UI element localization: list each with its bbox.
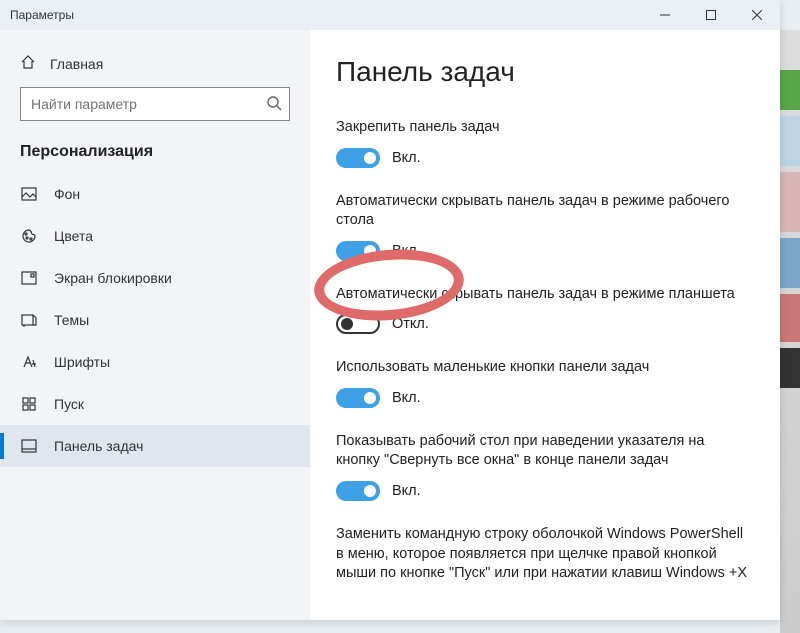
toggle-state: Вкл. <box>392 483 421 499</box>
sidebar: Главная Персонализация Фон Цвета Экра <box>0 30 310 620</box>
setting-label: Показывать рабочий стол при наведении ук… <box>336 432 750 471</box>
sidebar-item-home[interactable]: Главная <box>0 48 310 87</box>
sidebar-item-taskbar[interactable]: Панель задач <box>0 425 310 467</box>
setting-autohide-tablet: Автоматически скрывать панель задач в ре… <box>336 285 750 335</box>
setting-lock-taskbar: Закрепить панель задач Вкл. <box>336 118 750 168</box>
setting-small-buttons: Использовать маленькие кнопки панели зад… <box>336 358 750 408</box>
nav-label: Шрифты <box>54 354 110 370</box>
setting-label: Заменить командную строку оболочкой Wind… <box>336 525 750 584</box>
nav-label: Панель задач <box>54 438 143 454</box>
background-webpage-strip <box>780 30 800 633</box>
setting-label: Автоматически скрывать панель задач в ре… <box>336 192 750 231</box>
nav-label: Темы <box>54 312 89 328</box>
search-container <box>20 87 290 121</box>
taskbar-icon <box>20 437 38 455</box>
toggle-lock-taskbar[interactable] <box>336 148 380 168</box>
toggle-peek-desktop[interactable] <box>336 481 380 501</box>
toggle-state: Вкл. <box>392 150 421 166</box>
search-input[interactable] <box>20 87 290 121</box>
nav-label: Фон <box>54 186 80 202</box>
picture-icon <box>20 185 38 203</box>
toggle-state: Откл. <box>392 316 429 332</box>
setting-label: Автоматически скрывать панель задач в ре… <box>336 285 750 305</box>
sidebar-item-lockscreen[interactable]: Экран блокировки <box>0 257 310 299</box>
page-title: Панель задач <box>336 56 750 88</box>
setting-autohide-desktop: Автоматически скрывать панель задач в ре… <box>336 192 750 261</box>
settings-window: Параметры Главная Персонализация Фон <box>0 0 780 620</box>
minimize-button[interactable] <box>642 0 688 30</box>
sidebar-item-colors[interactable]: Цвета <box>0 215 310 257</box>
titlebar[interactable]: Параметры <box>0 0 780 30</box>
toggle-autohide-desktop[interactable] <box>336 241 380 261</box>
sidebar-section-heading: Персонализация <box>0 143 310 173</box>
setting-label: Использовать маленькие кнопки панели зад… <box>336 358 750 378</box>
sidebar-item-background[interactable]: Фон <box>0 173 310 215</box>
close-button[interactable] <box>734 0 780 30</box>
main-panel: Панель задач Закрепить панель задач Вкл.… <box>310 30 780 620</box>
fonts-icon <box>20 353 38 371</box>
start-icon <box>20 395 38 413</box>
window-title: Параметры <box>0 8 642 22</box>
search-icon <box>266 95 282 116</box>
toggle-state: Вкл. <box>392 390 421 406</box>
sidebar-item-fonts[interactable]: Шрифты <box>0 341 310 383</box>
sidebar-nav: Фон Цвета Экран блокировки Темы Шрифты <box>0 173 310 467</box>
setting-powershell-replace: Заменить командную строку оболочкой Wind… <box>336 525 750 584</box>
setting-peek-desktop: Показывать рабочий стол при наведении ук… <box>336 432 750 501</box>
nav-label: Экран блокировки <box>54 270 172 286</box>
themes-icon <box>20 311 38 329</box>
setting-label: Закрепить панель задач <box>336 118 750 138</box>
nav-label: Пуск <box>54 396 84 412</box>
home-icon <box>20 54 36 73</box>
sidebar-item-start[interactable]: Пуск <box>0 383 310 425</box>
toggle-autohide-tablet[interactable] <box>336 314 380 334</box>
sidebar-item-themes[interactable]: Темы <box>0 299 310 341</box>
toggle-state: Вкл. <box>392 243 421 259</box>
nav-label: Цвета <box>54 228 93 244</box>
home-label: Главная <box>50 56 103 72</box>
maximize-button[interactable] <box>688 0 734 30</box>
lockscreen-icon <box>20 269 38 287</box>
palette-icon <box>20 227 38 245</box>
toggle-small-buttons[interactable] <box>336 388 380 408</box>
